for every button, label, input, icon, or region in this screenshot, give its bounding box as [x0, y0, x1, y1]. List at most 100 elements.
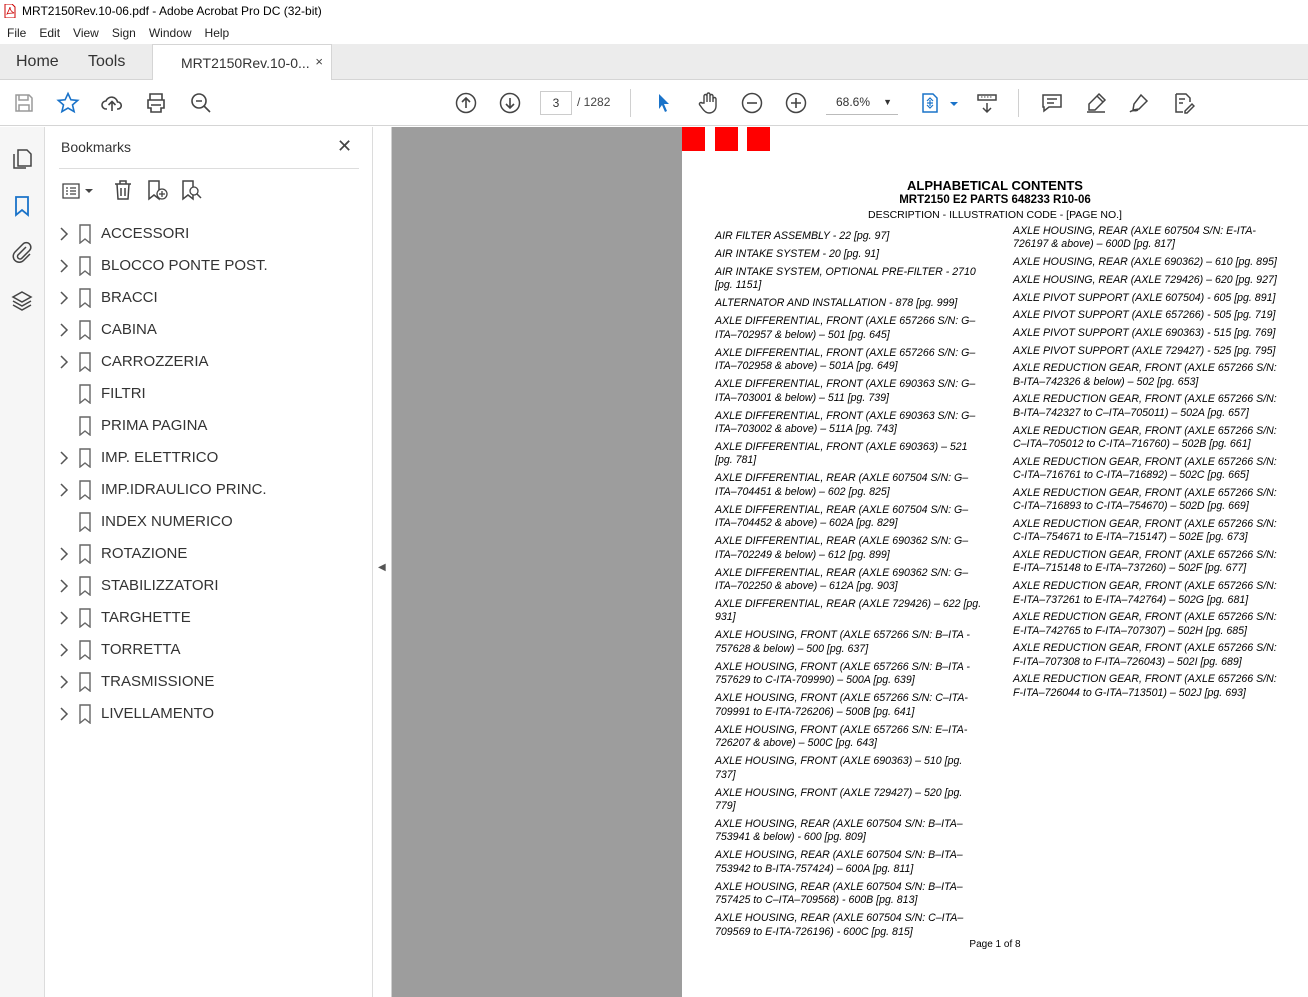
contents-entry: AXLE REDUCTION GEAR, FRONT (AXLE 657266 …: [1013, 486, 1277, 513]
bookmarks-panel-icon[interactable]: [10, 194, 34, 218]
tab-document[interactable]: MRT2150Rev.10-0... ×: [152, 44, 332, 81]
hand-icon[interactable]: [696, 91, 720, 115]
fit-options-chevron-icon[interactable]: [942, 91, 958, 115]
upload-icon[interactable]: [100, 91, 124, 115]
chevron-right-icon[interactable]: [59, 643, 69, 657]
scroll-mode-icon[interactable]: [975, 91, 999, 115]
bookmark-icon: [78, 544, 92, 565]
red-marker: [682, 127, 705, 151]
contents-entry: AIR INTAKE SYSTEM, OPTIONAL PRE-FILTER -…: [715, 266, 976, 292]
star-icon[interactable]: [56, 91, 80, 115]
bookmark-label: TORRETTA: [101, 641, 181, 658]
chevron-right-icon[interactable]: [59, 611, 69, 625]
menu-file[interactable]: File: [0, 26, 32, 40]
chevron-right-icon[interactable]: [59, 451, 69, 465]
chevron-right-icon[interactable]: [59, 579, 69, 593]
page-footer: Page 1 of 8: [969, 939, 1021, 950]
comment-icon[interactable]: [1040, 91, 1064, 115]
toolbar-divider: [630, 89, 631, 117]
bookmark-icon: [78, 672, 92, 693]
bookmark-label: TRASMISSIONE: [101, 673, 215, 690]
collapse-panel-icon[interactable]: ◀: [378, 562, 386, 573]
bookmark-label: TARGHETTE: [101, 609, 191, 626]
bookmark-item[interactable]: IMP.IDRAULICO PRINC.: [45, 474, 373, 506]
document-viewport[interactable]: ALPHABETICAL CONTENTS MRT2150 E2 PARTS 6…: [392, 127, 1308, 997]
chevron-right-icon[interactable]: [59, 259, 69, 273]
contents-entry: AXLE PIVOT SUPPORT (AXLE 729427) - 525 […: [1013, 344, 1276, 357]
fit-page-icon[interactable]: [918, 91, 942, 115]
contents-entry: AXLE HOUSING, FRONT (AXLE 657266 S/N: B–…: [715, 660, 970, 687]
zoom-select[interactable]: 68.6% ▼: [826, 91, 898, 115]
zoom-out-icon[interactable]: [740, 91, 764, 115]
contents-entry: AXLE REDUCTION GEAR, FRONT (AXLE 657266 …: [1013, 548, 1277, 575]
chevron-right-icon[interactable]: [59, 547, 69, 561]
tab-home[interactable]: Home: [16, 53, 59, 71]
bookmark-label: BRACCI: [101, 289, 158, 306]
chevron-right-icon[interactable]: [59, 483, 69, 497]
page-down-icon[interactable]: [498, 91, 522, 115]
bookmark-item[interactable]: BLOCCO PONTE POST.: [45, 250, 373, 282]
contents-entry: AXLE HOUSING, REAR (AXLE 607504 S/N: C–I…: [715, 912, 964, 938]
save-icon[interactable]: [12, 91, 36, 115]
bookmark-item[interactable]: FILTRI: [45, 378, 373, 410]
chevron-right-icon[interactable]: [59, 707, 69, 721]
contents-entry: AXLE DIFFERENTIAL, FRONT (AXLE 690363) –…: [715, 441, 968, 467]
contents-entry: AXLE PIVOT SUPPORT (AXLE 690363) - 515 […: [1013, 326, 1276, 339]
edit-icon[interactable]: [1171, 91, 1196, 115]
bookmarks-toolbar: [59, 178, 359, 204]
print-icon[interactable]: [144, 91, 168, 115]
tab-close-button[interactable]: ×: [315, 54, 323, 69]
attachments-icon[interactable]: [10, 240, 34, 264]
bookmark-item[interactable]: CABINA: [45, 314, 373, 346]
chevron-right-icon[interactable]: [59, 323, 69, 337]
delete-icon[interactable]: [111, 178, 135, 202]
bookmark-icon: [78, 416, 92, 437]
contents-entry: AXLE HOUSING, FRONT (AXLE 729427) – 520 …: [715, 786, 963, 812]
chevron-right-icon[interactable]: [59, 227, 69, 241]
options-menu-icon[interactable]: [61, 180, 95, 202]
contents-entry: AXLE DIFFERENTIAL, REAR (AXLE 690362 S/N…: [715, 535, 969, 561]
bookmark-item[interactable]: TARGHETTE: [45, 602, 373, 634]
page-thumbnails-icon[interactable]: [10, 147, 34, 171]
menu-view[interactable]: View: [66, 26, 105, 40]
tab-document-label: MRT2150Rev.10-0...: [181, 55, 310, 71]
panel-splitter[interactable]: ◀: [373, 127, 392, 997]
bookmark-item[interactable]: TRASMISSIONE: [45, 666, 373, 698]
bookmark-item[interactable]: STABILIZZATORI: [45, 570, 373, 602]
highlight-icon[interactable]: [1084, 91, 1108, 115]
find-bookmark-icon[interactable]: [179, 178, 203, 202]
menu-window[interactable]: Window: [142, 26, 198, 40]
search-zoom-icon[interactable]: [189, 91, 213, 115]
chevron-right-icon[interactable]: [59, 355, 69, 369]
tab-tools[interactable]: Tools: [88, 53, 125, 71]
bookmark-item[interactable]: LIVELLAMENTO: [45, 698, 373, 730]
contents-entry: AXLE PIVOT SUPPORT (AXLE 657266) - 505 […: [1013, 309, 1276, 322]
layers-icon[interactable]: [10, 289, 34, 313]
close-icon[interactable]: ✕: [337, 136, 352, 157]
chevron-right-icon[interactable]: [59, 291, 69, 305]
menu-help[interactable]: Help: [198, 26, 236, 40]
contents-entry: AXLE REDUCTION GEAR, FRONT (AXLE 657266 …: [1013, 673, 1277, 699]
bookmark-item[interactable]: ACCESSORI: [45, 218, 373, 250]
bookmark-item[interactable]: BRACCI: [45, 282, 373, 314]
contents-entry: AXLE HOUSING, FRONT (AXLE 657266 S/N: C–…: [715, 692, 968, 718]
page-up-icon[interactable]: [454, 91, 478, 115]
menu-edit[interactable]: Edit: [32, 26, 66, 40]
contents-entry: AXLE HOUSING, FRONT (AXLE 657266 S/N: B–…: [715, 629, 970, 655]
bookmark-item[interactable]: ROTAZIONE: [45, 538, 373, 570]
bookmark-label: BLOCCO PONTE POST.: [101, 257, 268, 274]
chevron-right-icon[interactable]: [59, 675, 69, 689]
page-number-input[interactable]: 3: [540, 91, 572, 115]
bookmark-item[interactable]: PRIMA PAGINA: [45, 410, 373, 442]
select-cursor-icon[interactable]: [652, 91, 676, 115]
new-bookmark-icon[interactable]: [145, 178, 169, 202]
zoom-in-icon[interactable]: [784, 91, 808, 115]
bookmark-item[interactable]: CARROZZERIA: [45, 346, 373, 378]
bookmark-item[interactable]: TORRETTA: [45, 634, 373, 666]
contents-entry: AXLE DIFFERENTIAL, FRONT (AXLE 657266 S/…: [715, 315, 976, 341]
menu-sign[interactable]: Sign: [105, 26, 142, 40]
sign-icon[interactable]: [1127, 91, 1151, 115]
panel-divider: [59, 168, 359, 169]
bookmark-item[interactable]: IMP. ELETTRICO: [45, 442, 373, 474]
bookmark-item[interactable]: INDEX NUMERICO: [45, 506, 373, 538]
